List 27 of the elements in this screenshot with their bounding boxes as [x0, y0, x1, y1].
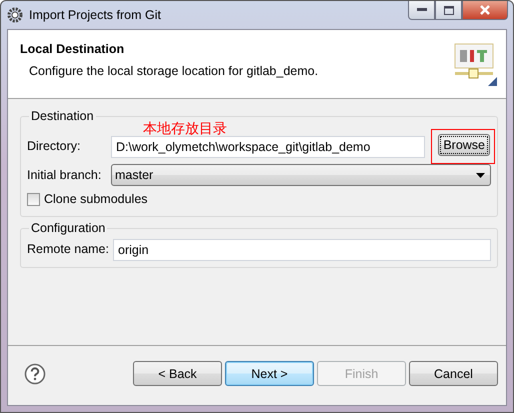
close-icon [480, 5, 490, 15]
wizard-button[interactable]: Next > [225, 361, 314, 386]
close-button[interactable] [462, 1, 508, 20]
maximize-button[interactable] [435, 1, 462, 20]
wizard-button[interactable]: < Back [133, 361, 222, 386]
branch-dropdown[interactable]: master [111, 164, 491, 186]
gear-icon [7, 7, 23, 23]
page-description: Configure the local storage location for gitlab_demo. [29, 64, 318, 78]
field-label: Remote name: [27, 242, 107, 256]
annotation-text: 本地存放目录 [143, 121, 227, 136]
dropdown-arrow-icon [476, 172, 485, 178]
window-title: Import Projects from Git [29, 8, 161, 22]
minimize-icon [416, 8, 426, 12]
checkbox-label: Clone submodules [44, 192, 148, 206]
wizard-button[interactable]: Cancel [409, 361, 498, 386]
minimize-button[interactable] [408, 1, 435, 20]
maximize-icon [444, 6, 454, 14]
checkbox[interactable] [27, 192, 40, 206]
help-icon[interactable] [24, 362, 46, 384]
browse-button[interactable]: Browse [438, 134, 490, 156]
group-title: Destination [30, 109, 95, 123]
field-label: Directory: [27, 139, 82, 153]
directory-field[interactable]: D:\work_olymetch\workspace_git\gitlab_demo [111, 136, 426, 158]
group-title: Configuration [30, 221, 106, 235]
page-title: Local Destination [20, 42, 126, 56]
field-label: Initial branch: [27, 168, 102, 182]
remote-name-field[interactable]: origin [113, 239, 491, 261]
